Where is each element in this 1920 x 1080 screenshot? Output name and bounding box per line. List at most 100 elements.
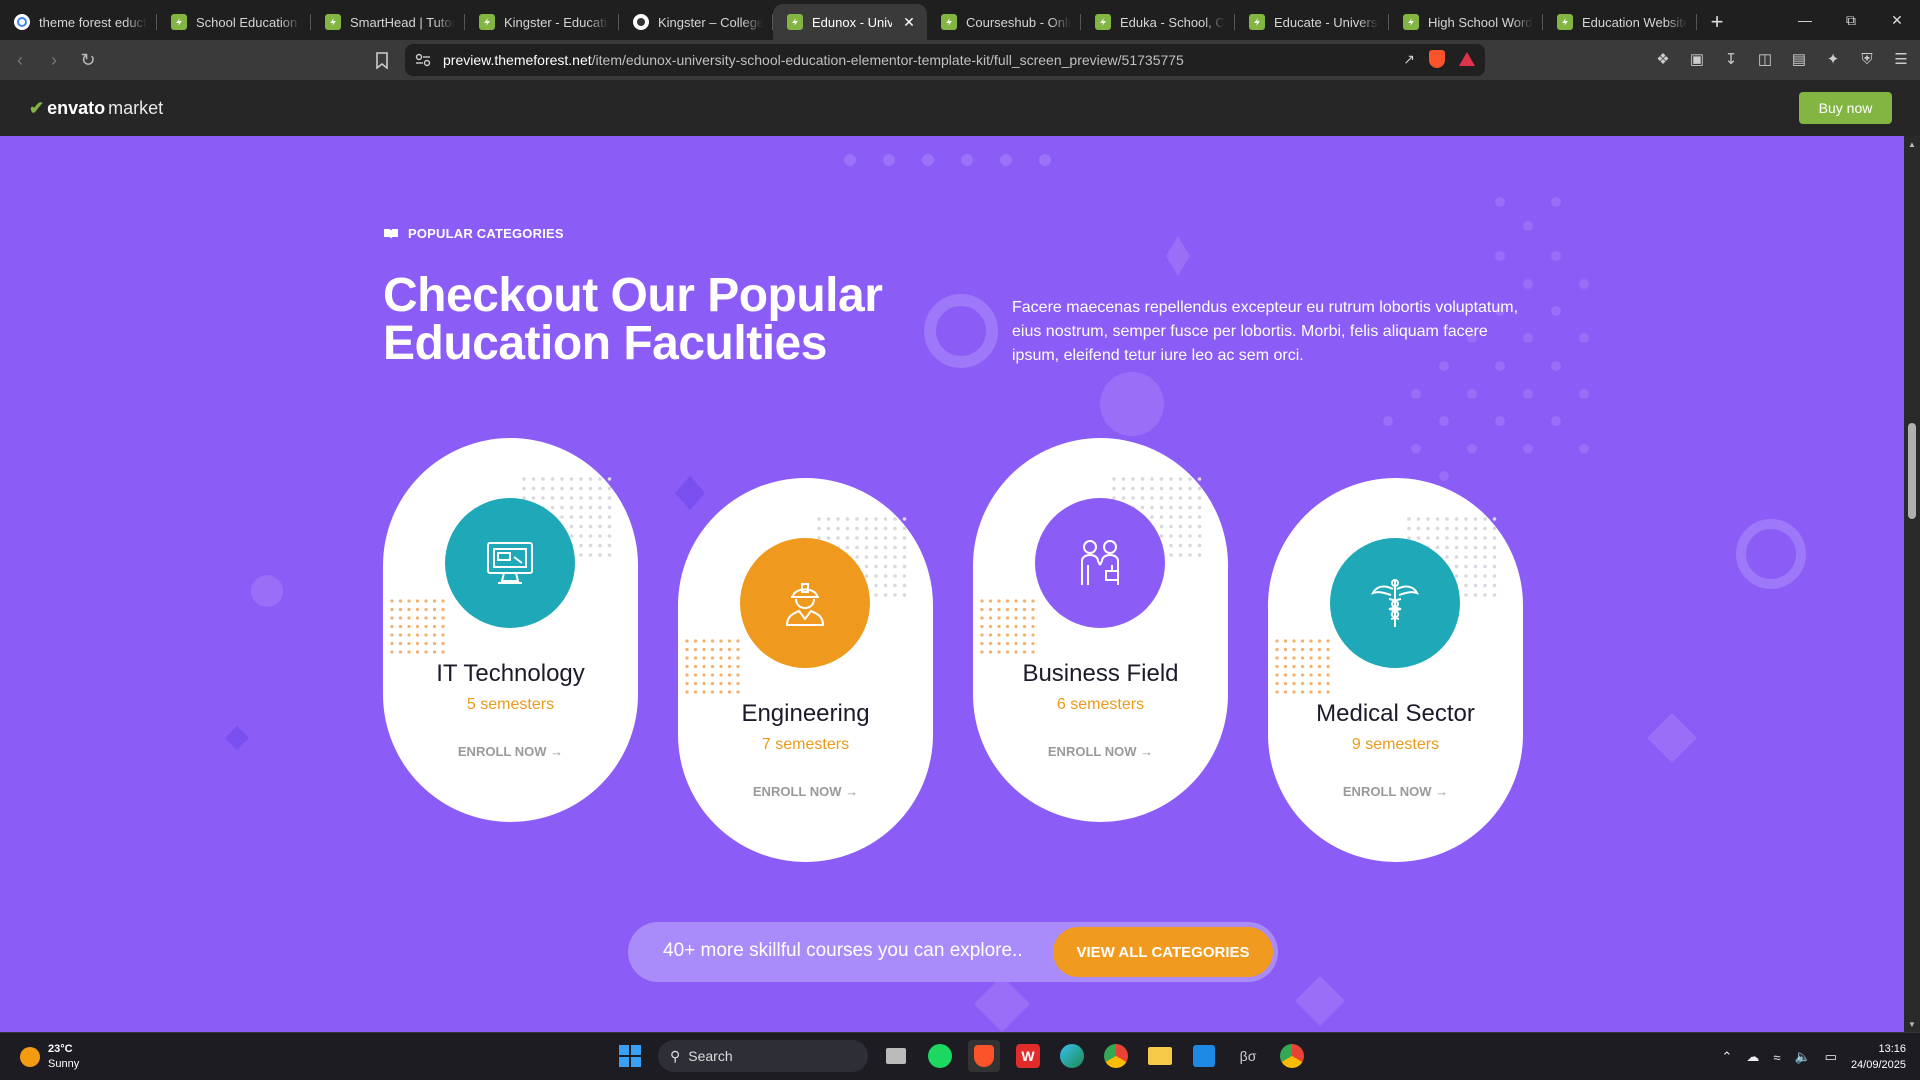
pattern-dot — [883, 517, 888, 521]
volume-icon[interactable]: 🔈 — [1794, 1049, 1810, 1065]
pattern-dot — [988, 641, 993, 646]
pattern-dot — [569, 486, 574, 491]
site-settings-icon[interactable] — [415, 53, 431, 67]
pattern-dot — [1473, 536, 1478, 540]
faculty-card-it-technology[interactable]: IT Technology 5 semesters ENROLL NOW → — [383, 438, 638, 822]
tab-title: Edunox - Unive — [812, 14, 892, 30]
browser-tab[interactable]: SmartHead | Tutorin — [311, 4, 465, 40]
weather-condition: Sunny — [48, 1058, 80, 1070]
screenshot-icon[interactable]: ▣ — [1688, 50, 1706, 68]
pattern-dot — [1178, 505, 1183, 510]
pattern-dot — [1150, 505, 1154, 510]
enroll-now-link[interactable]: ENROLL NOW → — [383, 744, 638, 759]
chevron-up-icon[interactable]: ⌃ — [1721, 1049, 1732, 1065]
close-tab-icon[interactable]: ✕ — [901, 14, 917, 30]
buy-now-button[interactable]: Buy now — [1799, 92, 1892, 124]
pattern-dot — [997, 650, 1001, 654]
battery-icon[interactable]: ▭ — [1825, 1049, 1837, 1065]
pattern-dot — [1169, 543, 1173, 548]
pattern-dot — [736, 681, 740, 686]
pattern-dot — [883, 593, 888, 597]
restore-icon[interactable]: ⧉ — [1828, 0, 1874, 40]
pattern-dot — [1483, 517, 1487, 521]
onedrive-icon[interactable]: ☁ — [1746, 1049, 1759, 1065]
scroll-up-icon[interactable]: ▲ — [1907, 140, 1917, 149]
taskbar-search[interactable]: ⚲ Search — [658, 1040, 868, 1072]
pattern-dot — [1014, 607, 1018, 612]
view-all-categories-button[interactable]: VIEW ALL CATEGORIES — [1053, 927, 1273, 977]
pattern-dot — [997, 607, 1001, 612]
pattern-dot — [1169, 477, 1173, 481]
minimize-icon[interactable]: — — [1782, 0, 1828, 40]
back-icon[interactable]: ‹ — [6, 46, 34, 74]
brave-rewards-icon[interactable] — [1459, 52, 1475, 66]
browser-tab[interactable]: Education Website — [1543, 4, 1697, 40]
wps-office-icon[interactable]: W — [1012, 1040, 1044, 1072]
enroll-now-link[interactable]: ENROLL NOW → — [678, 784, 933, 799]
extensions-icon[interactable]: ❖ — [1654, 50, 1672, 68]
wifi-icon[interactable]: ≈ — [1773, 1050, 1780, 1065]
browser-tab[interactable]: High School WordP — [1389, 4, 1543, 40]
browser-tab[interactable]: Courseshub - Onlin — [927, 4, 1081, 40]
browser-tab[interactable]: Edunox - Unive ✕ — [773, 4, 927, 40]
pattern-dot — [607, 505, 612, 510]
envato-logo[interactable]: ✔ envato market — [29, 98, 163, 119]
pattern-dot — [1188, 553, 1192, 557]
wallet-icon[interactable]: ▤ — [1790, 50, 1808, 68]
vscode-icon[interactable] — [1188, 1040, 1220, 1072]
browser-tab[interactable]: Educate - University — [1235, 4, 1389, 40]
browser-tab[interactable]: School Education W — [157, 4, 311, 40]
vpn-icon[interactable]: ⛨ — [1858, 50, 1876, 68]
pattern-dot — [1473, 574, 1478, 578]
envato-icon — [787, 14, 803, 30]
leo-ai-icon[interactable]: ✦ — [1824, 50, 1842, 68]
reload-icon[interactable]: ↻ — [74, 46, 102, 74]
task-view-icon[interactable] — [880, 1040, 912, 1072]
pattern-dot — [415, 607, 420, 612]
brave-shields-icon[interactable] — [1429, 50, 1445, 68]
pattern-dot — [845, 526, 850, 531]
pattern-dot — [1309, 690, 1313, 694]
new-tab-button[interactable]: + — [1701, 4, 1733, 40]
pattern-dot — [902, 564, 907, 569]
spotify-icon[interactable] — [924, 1040, 956, 1072]
scrollbar-thumb[interactable] — [1908, 423, 1916, 519]
close-window-icon[interactable]: ✕ — [1874, 0, 1920, 40]
pattern-dot — [1275, 639, 1279, 643]
start-icon[interactable] — [614, 1040, 646, 1072]
pattern-dot — [893, 564, 897, 569]
sidebar-icon[interactable]: ◫ — [1756, 50, 1774, 68]
pattern-dot — [1407, 526, 1411, 531]
edge-icon[interactable] — [1056, 1040, 1088, 1072]
dot-pattern-orange — [1275, 639, 1330, 694]
pattern-dot — [579, 524, 583, 529]
browser-tab[interactable]: Kingster - Education — [465, 4, 619, 40]
pattern-dot — [1492, 517, 1497, 521]
menu-icon[interactable]: ☰ — [1892, 50, 1910, 68]
faculty-card-engineering[interactable]: Engineering 7 semesters ENROLL NOW → — [678, 478, 933, 862]
brave-icon[interactable] — [968, 1040, 1000, 1072]
browser-tab[interactable]: theme forest educta — [0, 4, 157, 40]
enroll-now-link[interactable]: ENROLL NOW → — [1268, 784, 1523, 799]
weather-widget[interactable]: 23°C Sunny — [20, 1042, 79, 1072]
app-icon[interactable]: βσ — [1232, 1040, 1264, 1072]
enroll-now-link[interactable]: ENROLL NOW → — [973, 744, 1228, 759]
forward-icon[interactable]: › — [40, 46, 68, 74]
clock[interactable]: 13:16 24/09/2025 — [1851, 1041, 1906, 1073]
file-explorer-icon[interactable] — [1144, 1040, 1176, 1072]
share-icon[interactable]: ↗ — [1403, 51, 1415, 68]
scroll-down-icon[interactable]: ▼ — [1907, 1020, 1917, 1029]
chrome-icon[interactable] — [1100, 1040, 1132, 1072]
bookmark-icon[interactable] — [372, 50, 392, 70]
pattern-dot — [1022, 633, 1027, 637]
pattern-dot — [980, 641, 984, 646]
faculty-card-business-field[interactable]: Business Field 6 semesters ENROLL NOW → — [973, 438, 1228, 822]
page-scrollbar[interactable]: ▲ ▼ — [1904, 136, 1920, 1032]
faculty-card-medical-sector[interactable]: Medical Sector 9 semesters ENROLL NOW → — [1268, 478, 1523, 862]
address-bar[interactable]: preview.themeforest.net/item/edunox-univ… — [405, 44, 1485, 76]
browser-tab[interactable]: Kingster – College – — [619, 4, 773, 40]
chrome-profile-icon[interactable] — [1276, 1040, 1308, 1072]
browser-tab[interactable]: Eduka - School, Coll — [1081, 4, 1235, 40]
download-icon[interactable]: ↧ — [1722, 50, 1740, 68]
pattern-dot — [710, 681, 715, 686]
